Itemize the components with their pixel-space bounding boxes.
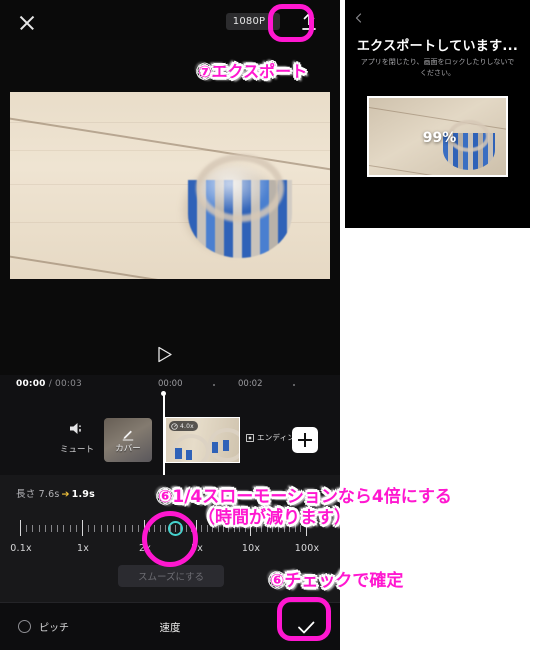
chevron-left-icon[interactable] xyxy=(353,9,365,23)
speed-tick-minor xyxy=(131,525,133,532)
timeline[interactable]: 00:00 / 00:03 00:00 00:02 ミュート カバー 4.0x … xyxy=(0,375,340,475)
spinning-bowl-subject xyxy=(180,154,294,258)
speed-gauge-icon xyxy=(171,422,178,430)
play-icon[interactable] xyxy=(157,346,173,363)
speed-tick-minor xyxy=(88,525,90,532)
clip-speed-badge: 4.0x xyxy=(169,421,198,431)
speed-tick-minor xyxy=(75,525,77,532)
speed-scale-label-10x: 10x xyxy=(241,543,261,554)
speed-tick-minor xyxy=(94,525,96,532)
annotation-export-text: ⑦エクスポート xyxy=(198,62,308,81)
speed-tick-minor xyxy=(113,525,115,532)
ruler-tick-3 xyxy=(293,384,295,386)
cover-button[interactable]: カバー xyxy=(104,418,152,462)
ruler-tick-0: 00:00 xyxy=(158,379,183,389)
speed-tick-minor xyxy=(137,525,139,532)
add-clip-button[interactable] xyxy=(292,427,318,453)
mute-button[interactable]: ミュート xyxy=(58,421,96,455)
speed-tick-major xyxy=(20,520,22,536)
speed-tick-minor xyxy=(63,525,65,532)
speed-tick-major xyxy=(82,520,84,536)
annotation-highlight-export xyxy=(268,4,314,42)
duration-to: 1.9s xyxy=(71,489,95,500)
speed-tick-minor xyxy=(44,525,46,532)
export-preview-thumbnail: 99% xyxy=(367,96,508,177)
speed-tick-minor xyxy=(119,525,121,532)
speed-tick-minor xyxy=(38,525,40,532)
speed-tick-minor xyxy=(57,525,59,532)
cover-label: カバー xyxy=(115,443,141,454)
annotation-slowmo-line2: （時間が減ります） xyxy=(198,508,351,528)
speed-scale-label-100x: 100x xyxy=(294,543,320,554)
speed-tick-minor xyxy=(69,525,71,532)
duration-from: 7.6s xyxy=(38,489,60,500)
video-clip[interactable]: 4.0x xyxy=(165,417,240,463)
mute-label: ミュート xyxy=(59,445,94,455)
speed-scale-label-0.1x: 0.1x xyxy=(10,543,32,554)
annotation-highlight-confirm xyxy=(277,597,331,641)
duration-arrow-icon: ➔ xyxy=(61,489,70,500)
smooth-button[interactable]: スムーズにする xyxy=(118,565,224,587)
speed-scale-label-1x: 1x xyxy=(76,543,90,554)
timeline-ruler: 00:00 00:02 xyxy=(0,379,340,391)
ending-marker-icon xyxy=(246,433,254,442)
export-subtitle: アプリを閉じたり、画面をロックしたりしないでください。 xyxy=(360,58,515,77)
speed-tick-minor xyxy=(51,525,53,532)
preview-stage[interactable] xyxy=(0,40,340,375)
annotation-highlight-speed-slider xyxy=(142,511,198,567)
speed-tick-minor xyxy=(106,525,108,532)
resolution-label: 1080P xyxy=(232,16,266,27)
duration-label: 長さ xyxy=(16,489,36,500)
timeline-track[interactable]: ミュート カバー 4.0x エンディング xyxy=(0,415,340,465)
speed-tick-minor xyxy=(26,525,28,532)
close-icon[interactable] xyxy=(18,14,36,32)
export-progress-percent: 99% xyxy=(422,130,457,146)
duration-readout: 長さ 7.6s ➔ 1.9s xyxy=(16,486,95,500)
clip-speed-value: 4.0x xyxy=(180,422,194,430)
annotation-confirm-text: ⑥チェックで確定 xyxy=(270,571,404,591)
export-title: エクスポートしています... xyxy=(356,39,519,54)
export-progress-panel: エクスポートしています... アプリを閉じたり、画面をロックしたりしないでくださ… xyxy=(345,0,530,228)
speed-tick-minor xyxy=(100,525,102,532)
speed-tick-minor xyxy=(125,525,127,532)
ruler-tick-2: 00:02 xyxy=(238,379,263,389)
video-preview[interactable] xyxy=(10,92,330,279)
speaker-mute-icon xyxy=(70,423,81,434)
ruler-tick-1 xyxy=(213,384,215,386)
pencil-icon xyxy=(122,430,134,441)
speed-tick-minor xyxy=(32,525,34,532)
